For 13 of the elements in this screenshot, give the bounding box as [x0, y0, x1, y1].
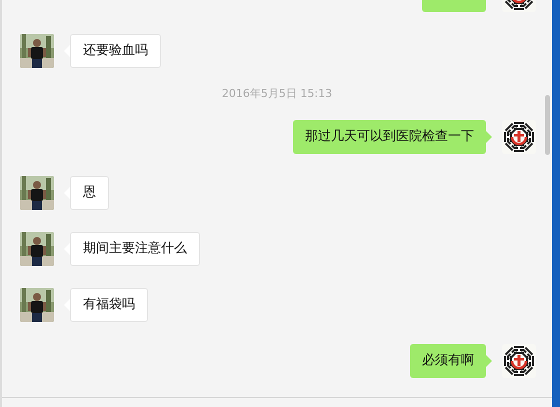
- trigram-logo-icon: [502, 344, 536, 378]
- message-bubble: 必须有啊: [410, 344, 486, 378]
- bubble-tail: [486, 131, 492, 143]
- timestamp: 2016年5月5日 15:13: [222, 87, 332, 101]
- scrollbar-thumb[interactable]: [545, 95, 550, 155]
- message-bubble: 期间主要注意什么: [70, 232, 200, 266]
- message-bubble: 恩: [70, 176, 109, 210]
- trigram-logo-icon: [502, 120, 536, 154]
- message-bubble: 那过几天可以到医院检查一下: [293, 120, 486, 154]
- message-bubble: [422, 0, 486, 12]
- message-bubble: 还要验血吗: [70, 34, 161, 68]
- message-bubble: 有福袋吗: [70, 288, 148, 322]
- bubble-tail: [486, 355, 492, 367]
